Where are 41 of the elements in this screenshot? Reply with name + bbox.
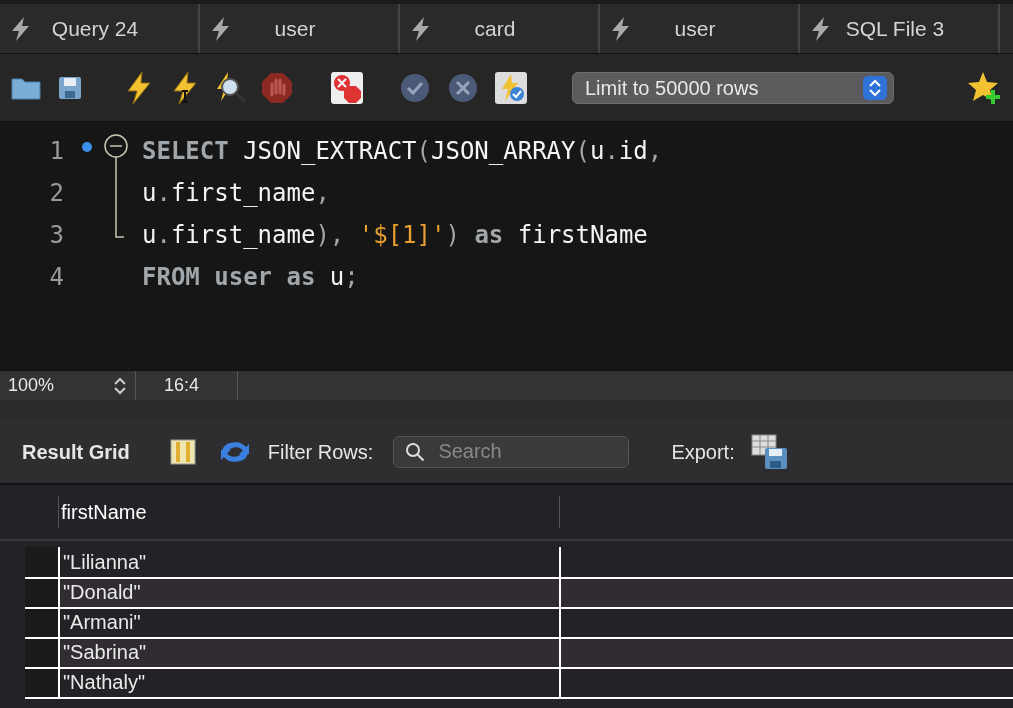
cursor-position: 16:4 (164, 374, 200, 397)
breakpoint-marker (82, 142, 92, 152)
table-cell: "Donald" (58, 579, 561, 607)
search-icon (405, 441, 426, 462)
columns-icon[interactable] (169, 438, 196, 465)
line-number: 1 (48, 136, 64, 167)
fold-icon[interactable] (103, 133, 129, 241)
magnifier-lightning-icon[interactable] (214, 70, 248, 105)
cancel-icon[interactable] (448, 72, 478, 103)
lightning-icon (810, 15, 832, 42)
autocommit-icon[interactable] (494, 70, 528, 105)
lightning-icon (210, 15, 232, 42)
dropdown-icon (863, 75, 887, 100)
code-line: SELECT JSON_EXTRACT(JSON_ARRAY(u.id, (142, 136, 663, 167)
table-cell: "Armani" (58, 609, 561, 637)
lightning-icon[interactable] (124, 70, 154, 105)
lightning-icon (610, 15, 632, 42)
table-cell: "Lilianna" (58, 547, 561, 577)
table-cell: "Nathaly" (58, 669, 561, 697)
lightning-icon (10, 15, 32, 42)
lightning-cursor-icon[interactable] (170, 70, 200, 105)
lightning-icon (410, 15, 432, 42)
checkmark-icon[interactable] (400, 72, 430, 103)
stop-hand-icon[interactable] (260, 70, 294, 105)
export-icon[interactable] (750, 433, 789, 470)
line-number: 2 (48, 178, 64, 209)
export-label: Export: (671, 439, 735, 465)
zoom-level[interactable]: 100% (8, 372, 55, 399)
line-number: 3 (48, 220, 64, 251)
stepper-icon[interactable] (113, 375, 127, 396)
code-line: u.first_name, (142, 178, 330, 209)
search-field[interactable]: Search (393, 435, 630, 468)
column-header[interactable]: firstName (58, 496, 560, 528)
code-line: FROM user as u; (142, 262, 359, 293)
code-line: u.first_name), '$[1]') as firstName (142, 220, 648, 251)
stop-error-icon[interactable] (330, 70, 364, 105)
filter-rows-label: Filter Rows: (267, 439, 374, 465)
line-number: 4 (48, 262, 64, 293)
result-grid-label[interactable]: Result Grid (22, 436, 130, 467)
limit-select[interactable]: Limit to 50000 rows (572, 71, 894, 104)
table-cell: "Sabrina" (58, 639, 561, 667)
